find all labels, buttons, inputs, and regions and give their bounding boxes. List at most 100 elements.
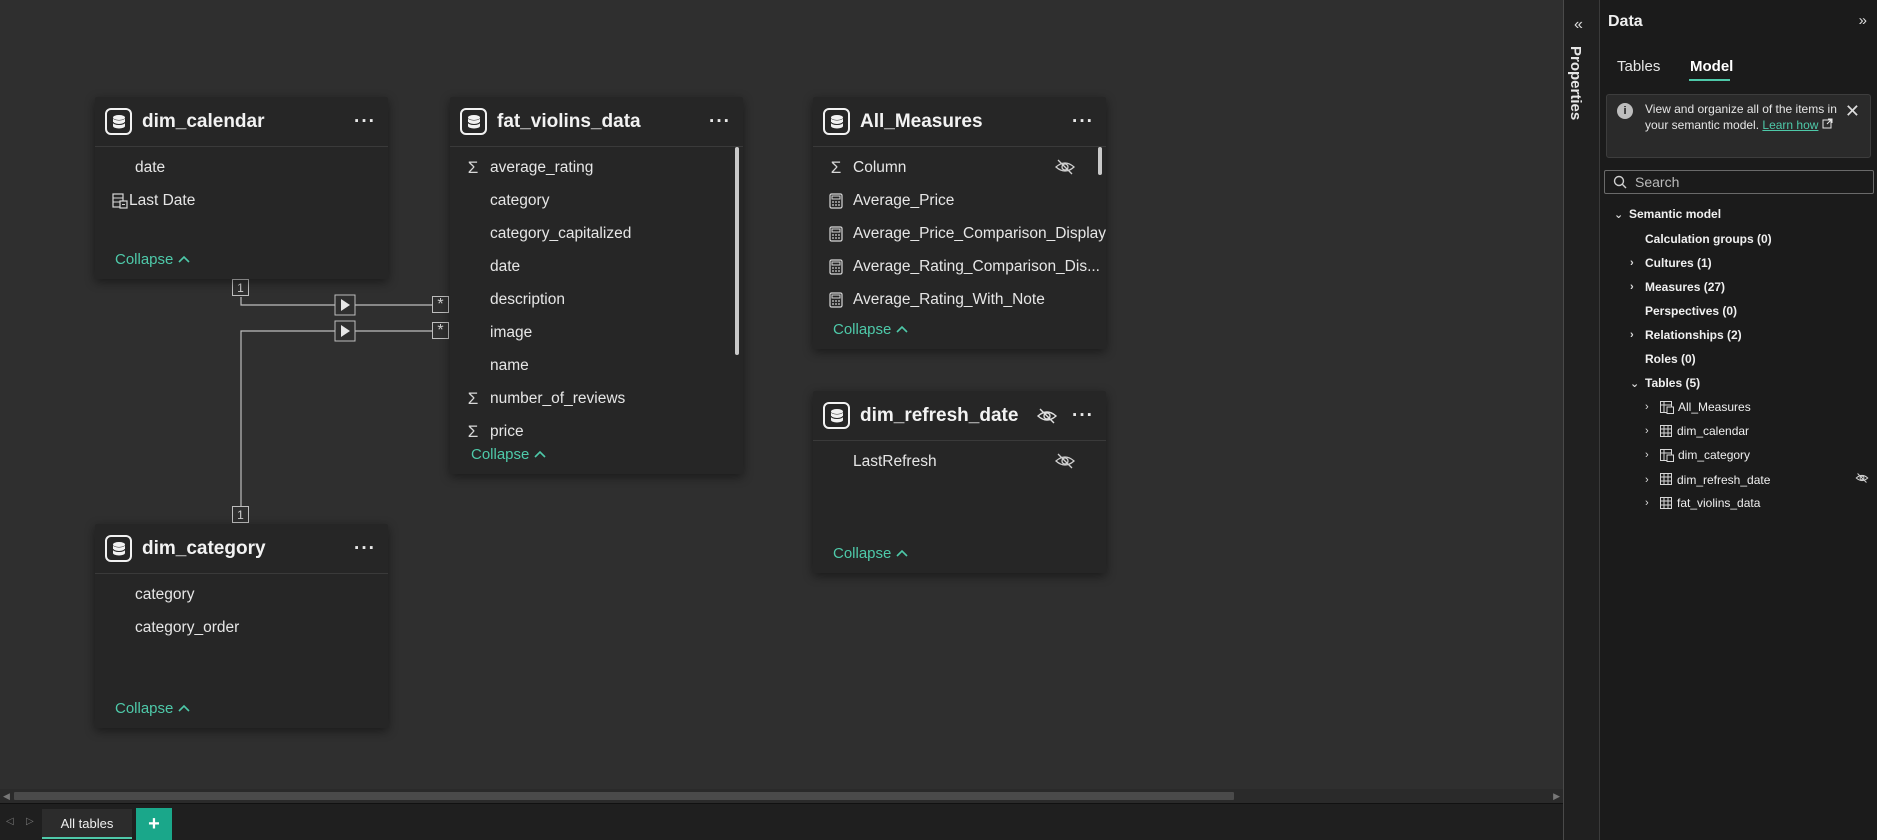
chevron-right-icon[interactable]: › [1645, 474, 1657, 486]
tree-table-dim-calendar[interactable]: › dim_calendar [1645, 424, 1749, 438]
tree-table-dim-category[interactable]: › dim_category [1645, 448, 1750, 462]
sigma-icon: Σ [830, 158, 842, 177]
add-layout-button[interactable]: + [136, 808, 172, 840]
field-row[interactable]: Average_Rating_Comparison_Dis... [813, 250, 1106, 283]
field-row[interactable]: category [450, 184, 743, 217]
learn-how-link[interactable]: Learn how [1762, 118, 1818, 132]
tree-root-semantic-model[interactable]: ⌄ Semantic model [1614, 207, 1721, 221]
chevron-down-icon[interactable]: ⌄ [1630, 377, 1642, 390]
more-options-icon[interactable]: ··· [1072, 111, 1094, 133]
field-row[interactable]: Σaverage_rating [450, 151, 743, 184]
table-card-dim-calendar[interactable]: dim_calendar ··· date Last Date Collapse [95, 97, 388, 279]
collapse-button[interactable]: Collapse [833, 321, 909, 338]
tree-item-cultures[interactable]: › Cultures (1) [1630, 256, 1712, 270]
field-row[interactable]: image [450, 316, 743, 349]
tree-item-measures[interactable]: › Measures (27) [1630, 280, 1725, 294]
field-row[interactable]: date [95, 151, 388, 184]
chevron-right-icon[interactable]: › [1645, 449, 1657, 461]
field-row[interactable]: category [95, 578, 388, 611]
tree-item-calculation-groups[interactable]: Calculation groups (0) [1645, 232, 1772, 246]
tree-item-relationships[interactable]: › Relationships (2) [1630, 328, 1742, 342]
scroll-left-icon[interactable]: ◀ [3, 791, 10, 802]
tree-table-all-measures[interactable]: › All_Measures [1645, 400, 1751, 414]
database-icon [105, 108, 132, 135]
field-row[interactable]: Σnumber_of_reviews [450, 382, 743, 415]
tree-table-fat-violins-data[interactable]: › fat_violins_data [1645, 496, 1760, 510]
table-card-header[interactable]: dim_calendar ··· [95, 97, 388, 147]
scroll-right-icon[interactable]: ▶ [1553, 791, 1560, 802]
collapse-button[interactable]: Collapse [115, 700, 191, 717]
tree-label: Semantic model [1629, 207, 1722, 221]
canvas-horizontal-scrollbar[interactable]: ◀ ▶ [0, 789, 1563, 803]
field-row[interactable]: Average_Price_Comparison_Display [813, 217, 1106, 250]
more-options-icon[interactable]: ··· [354, 111, 376, 133]
field-row[interactable]: Σ Column [813, 151, 1106, 184]
field-row[interactable]: date [450, 250, 743, 283]
chevron-right-icon[interactable]: › [1645, 497, 1657, 509]
field-row[interactable]: Last Date [95, 184, 388, 217]
properties-rail[interactable]: « Properties [1563, 0, 1599, 840]
cardinality-many-badge: * [432, 322, 449, 339]
tree-item-perspectives[interactable]: Perspectives (0) [1645, 304, 1737, 318]
field-row[interactable]: Average_Rating_With_Note [813, 283, 1106, 316]
more-options-icon[interactable]: ··· [1072, 405, 1094, 427]
chevron-right-icon[interactable]: › [1630, 257, 1642, 269]
table-card-fat-violins-data[interactable]: fat_violins_data ··· Σaverage_rating cat… [450, 97, 743, 474]
calculator-icon [827, 225, 845, 243]
field-list: Σaverage_rating category category_capita… [450, 147, 743, 448]
collapse-button[interactable]: Collapse [471, 446, 547, 463]
tree-table-dim-refresh-date[interactable]: › dim_refresh_date [1645, 472, 1869, 487]
tab-next-icon[interactable]: ▷ [26, 816, 34, 827]
field-label: date [490, 257, 521, 275]
hidden-eye-icon[interactable] [1054, 452, 1076, 475]
chevron-right-icon[interactable]: › [1645, 401, 1657, 413]
field-row[interactable]: category_capitalized [450, 217, 743, 250]
field-label: Column [853, 158, 907, 176]
tab-model[interactable]: Model [1690, 58, 1733, 75]
collapse-pane-icon[interactable]: » [1859, 12, 1867, 29]
close-icon[interactable]: ✕ [1845, 101, 1860, 122]
hidden-eye-icon[interactable] [1036, 407, 1058, 425]
chevron-right-icon[interactable]: › [1630, 329, 1642, 341]
field-row[interactable]: Σprice [450, 415, 743, 448]
table-card-all-measures[interactable]: All_Measures ··· Σ Column Average_Price … [813, 97, 1106, 349]
tab-prev-icon[interactable]: ◁ [6, 816, 14, 827]
field-row[interactable]: category_order [95, 611, 388, 644]
table-card-header[interactable]: fat_violins_data ··· [450, 97, 743, 147]
tree-item-tables[interactable]: ⌄ Tables (5) [1630, 376, 1700, 390]
search-input[interactable] [1635, 173, 1865, 191]
collapse-button[interactable]: Collapse [115, 251, 191, 268]
hidden-eye-icon[interactable] [1054, 158, 1076, 181]
more-options-icon[interactable]: ··· [709, 111, 731, 133]
table-card-dim-category[interactable]: dim_category ··· category category_order… [95, 524, 388, 728]
field-row[interactable]: LastRefresh [813, 445, 1106, 478]
collapse-button[interactable]: Collapse [833, 545, 909, 562]
field-row[interactable]: Average_Price [813, 184, 1106, 217]
field-row[interactable]: description [450, 283, 743, 316]
chevron-right-icon[interactable]: › [1630, 281, 1642, 293]
field-list: LastRefresh [813, 441, 1106, 478]
more-options-icon[interactable]: ··· [354, 538, 376, 560]
external-link-icon[interactable] [1822, 118, 1833, 132]
table-card-header[interactable]: dim_refresh_date ··· [813, 391, 1106, 441]
tree-label: Perspectives (0) [1645, 304, 1738, 318]
search-box[interactable] [1604, 170, 1874, 194]
chevron-down-icon[interactable]: ⌄ [1614, 208, 1626, 221]
sigma-icon: Σ [467, 158, 479, 177]
tab-all-tables[interactable]: All tables [42, 809, 132, 839]
table-card-header[interactable]: All_Measures ··· [813, 97, 1106, 147]
chevron-right-icon[interactable]: › [1645, 425, 1657, 437]
tab-tables[interactable]: Tables [1617, 58, 1660, 75]
hidden-eye-icon[interactable] [1855, 472, 1869, 487]
tree-item-roles[interactable]: Roles (0) [1645, 352, 1696, 366]
expand-properties-icon[interactable]: « [1574, 16, 1583, 34]
table-card-dim-refresh-date[interactable]: dim_refresh_date ··· LastRefresh Collaps… [813, 391, 1106, 573]
scrollbar-thumb[interactable] [14, 792, 1234, 800]
field-row[interactable]: name [450, 349, 743, 382]
table-icon [1660, 473, 1673, 486]
model-canvas[interactable]: 1 1 * * dim_calendar ··· date Last Date … [0, 0, 1563, 789]
tree-label: Cultures (1) [1645, 256, 1712, 270]
table-card-header[interactable]: dim_category ··· [95, 524, 388, 574]
properties-label[interactable]: Properties [1567, 46, 1584, 120]
tree-label: Relationships (2) [1645, 328, 1742, 342]
